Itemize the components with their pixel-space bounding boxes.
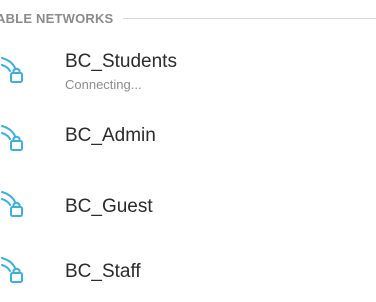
section-title: ABLE NETWORKS (0, 10, 114, 26)
network-name: BC_Guest (65, 196, 153, 217)
network-item-bc-admin[interactable]: BC_Admin (0, 112, 376, 172)
wifi-locked-icon (0, 188, 26, 218)
network-name: BC_Admin (65, 125, 156, 146)
wifi-locked-icon (0, 54, 26, 84)
network-name: BC_Students (65, 51, 177, 72)
available-networks-header: ABLE NETWORKS (0, 4, 376, 32)
network-item-bc-students[interactable]: BC_Students Connecting... (0, 44, 376, 104)
wifi-locked-icon (0, 122, 26, 152)
network-item-bc-guest[interactable]: BC_Guest (0, 178, 376, 238)
wifi-locked-icon (0, 254, 26, 284)
network-name: BC_Staff (65, 261, 141, 282)
section-divider (123, 17, 376, 19)
network-item-bc-staff[interactable]: BC_Staff (0, 242, 376, 302)
network-status: Connecting... (65, 77, 142, 92)
